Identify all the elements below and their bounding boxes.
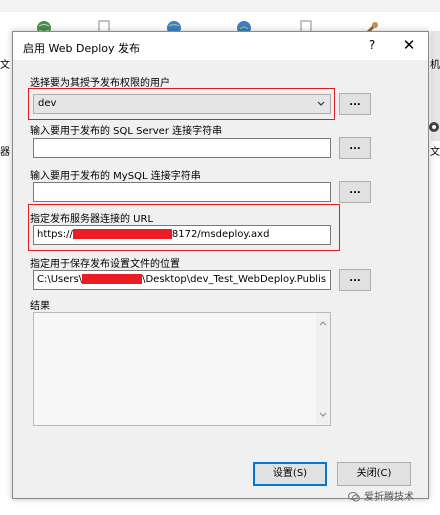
url-input[interactable]: https:// 8172/msdeploy.axd (33, 225, 331, 245)
close-button[interactable]: 关闭(C) (337, 462, 411, 486)
web-deploy-dialog: 启用 Web Deploy 发布 ? ✕ 选择要为其授予发布权限的用户 dev … (12, 31, 429, 499)
screen: 文 器 机 文 启用 Web Deploy 发布 ? ✕ 选择要为其授予发布权限… (0, 0, 440, 515)
watermark: 爱折腾技术 (348, 488, 414, 503)
url-prefix: https:// (37, 229, 73, 240)
user-label: 选择要为其授予发布权限的用户 (30, 78, 170, 89)
path-label: 指定用于保存发布设置文件的位置 (30, 259, 180, 270)
background-text: 器 (0, 147, 10, 158)
mysql-connection-input[interactable] (33, 182, 331, 202)
dialog-titlebar[interactable]: 启用 Web Deploy 发布 ? ✕ (13, 32, 428, 60)
results-scrollbar[interactable] (316, 313, 330, 425)
dropdown-chevron-icon (317, 101, 325, 106)
wechat-icon (348, 492, 360, 502)
path-input[interactable]: C:\Users\ \Desktop\dev_Test_WebDeploy.Pub… (33, 270, 331, 290)
mysql-browse-button[interactable]: ... (339, 181, 371, 203)
url-suffix: 8172/msdeploy.axd (171, 229, 270, 240)
sql-connection-input[interactable] (33, 138, 331, 158)
setup-button[interactable]: 设置(S) (253, 462, 327, 486)
help-button[interactable]: ? (365, 38, 379, 54)
scroll-down-icon[interactable] (319, 411, 327, 419)
background-text: 文 (0, 60, 10, 71)
path-browse-button[interactable]: ... (339, 269, 371, 291)
user-browse-button[interactable]: ... (339, 93, 371, 115)
mysql-label: 输入要用于发布的 MySQL 连接字符串 (30, 171, 201, 182)
url-redaction (72, 229, 172, 239)
sql-label: 输入要用于发布的 SQL Server 连接字符串 (30, 126, 223, 137)
path-redaction (82, 274, 143, 284)
dialog-title: 启用 Web Deploy 发布 (23, 42, 140, 55)
monitor-icon (429, 122, 439, 132)
close-icon[interactable]: ✕ (401, 36, 417, 54)
background-text: 文 (430, 147, 440, 158)
results-textarea[interactable] (33, 312, 331, 426)
path-prefix: C:\Users\ (37, 274, 83, 285)
user-dropdown[interactable]: dev (33, 94, 331, 114)
results-label: 结果 (30, 301, 50, 312)
background-text: 机 (430, 60, 440, 71)
url-label: 指定发布服务器连接的 URL (30, 214, 154, 225)
path-suffix: \Desktop\dev_Test_WebDeploy.Publis (142, 274, 327, 285)
watermark-text: 爱折腾技术 (364, 492, 414, 503)
sql-browse-button[interactable]: ... (339, 137, 371, 159)
user-dropdown-value: dev (38, 98, 57, 109)
scroll-up-icon[interactable] (319, 319, 327, 327)
